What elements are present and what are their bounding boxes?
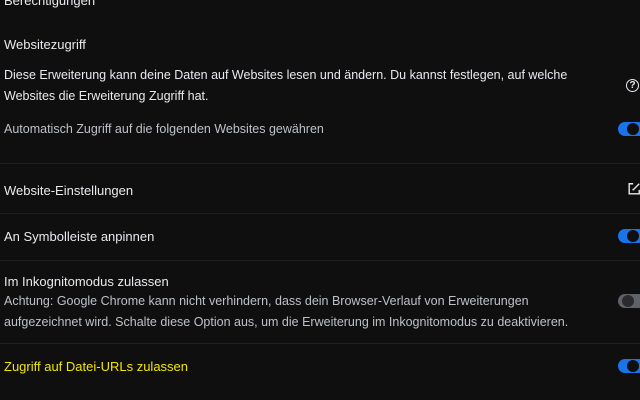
incognito-warning-line2: aufgezeichnet wird. Schalte diese Option… [4, 315, 569, 329]
file-urls-toggle[interactable] [618, 359, 640, 373]
site-access-description-line1: Diese Erweiterung kann deine Daten auf W… [4, 68, 568, 82]
auto-access-label: Automatisch Zugriff auf die folgenden We… [4, 122, 324, 136]
toggle-knob [622, 295, 634, 307]
open-in-new-icon[interactable] [627, 182, 640, 196]
pin-toolbar-label: An Symbolleiste anpinnen [4, 229, 155, 244]
divider [0, 343, 640, 344]
divider [0, 213, 640, 214]
site-settings-link[interactable]: Website-Einstellungen [4, 183, 133, 198]
auto-access-toggle[interactable] [618, 122, 640, 136]
incognito-toggle[interactable] [618, 294, 640, 308]
file-urls-label: Zugriff auf Datei-URLs zulassen [4, 359, 189, 374]
toggle-knob [627, 230, 639, 242]
incognito-title: Im Inkognitomodus zulassen [4, 274, 169, 289]
site-access-title: Websitezugriff [4, 37, 86, 52]
pin-toolbar-toggle[interactable] [618, 229, 640, 243]
site-access-description-line2: Websites die Erweiterung Zugriff hat. [4, 89, 209, 103]
help-icon[interactable]: ? [626, 79, 639, 92]
divider [0, 260, 640, 261]
toggle-knob [627, 360, 639, 372]
divider [0, 163, 640, 164]
extension-details-page: Berechtigungen Websitezugriff Diese Erwe… [0, 0, 640, 400]
permissions-heading: Berechtigungen [4, 0, 96, 8]
incognito-warning-line1: Achtung: Google Chrome kann nicht verhin… [4, 294, 529, 308]
toggle-knob [627, 123, 639, 135]
